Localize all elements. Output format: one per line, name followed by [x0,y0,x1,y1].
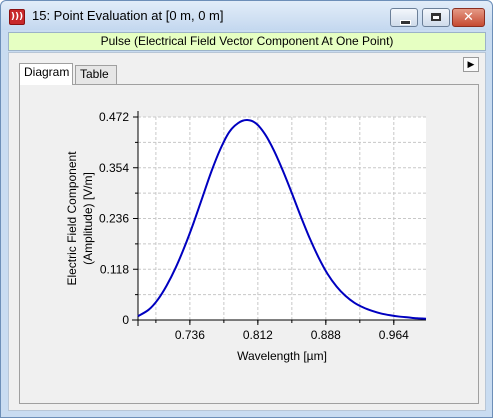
plot-background [138,117,426,320]
y-axis-label-line2: (Amplitude) [V/m] [81,172,95,265]
app-icon[interactable]: ))) [9,9,25,25]
y-tick-label: 0.118 [100,262,129,276]
tab-table[interactable]: Table [75,65,117,84]
point-evaluation-window: ))) 15: Point Evaluation at [0 m, 0 m] ✕… [0,0,493,418]
y-axis-label-line1: Electric Field Component [65,151,79,286]
x-tick-label: 0.964 [379,328,409,342]
diagram-panel: 0.736 0.812 0.888 0.964 0 0.118 0.236 0.354 0.47… [19,84,479,404]
x-axis-label: Wavelength [µm] [237,349,327,363]
triangle-right-icon: ▶ [467,59,475,69]
x-tick-label: 0.888 [311,328,341,342]
minimize-button[interactable] [390,8,418,27]
x-tick-label: 0.736 [175,328,205,342]
y-tick-label: 0.236 [99,212,129,226]
tab-diagram[interactable]: Diagram [19,63,73,85]
chart-grid [138,116,426,320]
x-tick-label: 0.812 [243,328,273,342]
y-tick-label: 0.472 [99,110,129,124]
y-tick-label: 0 [122,313,129,327]
expand-arrow-button[interactable]: ▶ [463,57,479,72]
minimize-icon [400,20,411,25]
maximize-button[interactable] [422,8,450,27]
close-icon: ✕ [463,10,474,25]
maximize-icon [431,13,441,21]
title-bar[interactable]: ))) 15: Point Evaluation at [0 m, 0 m] ✕ [1,1,492,30]
chart[interactable]: 0.736 0.812 0.888 0.964 0 0.118 0.236 0.354 0.47… [20,85,478,403]
window-title: 15: Point Evaluation at [0 m, 0 m] [32,8,224,23]
y-tick-label: 0.354 [99,161,129,175]
result-subtitle: Pulse (Electrical Field Vector Component… [8,32,486,51]
content-area: Diagram Table ▶ 0.736 0.812 0.888 0.964 0 0.1… [8,52,486,411]
close-button[interactable]: ✕ [452,8,485,27]
